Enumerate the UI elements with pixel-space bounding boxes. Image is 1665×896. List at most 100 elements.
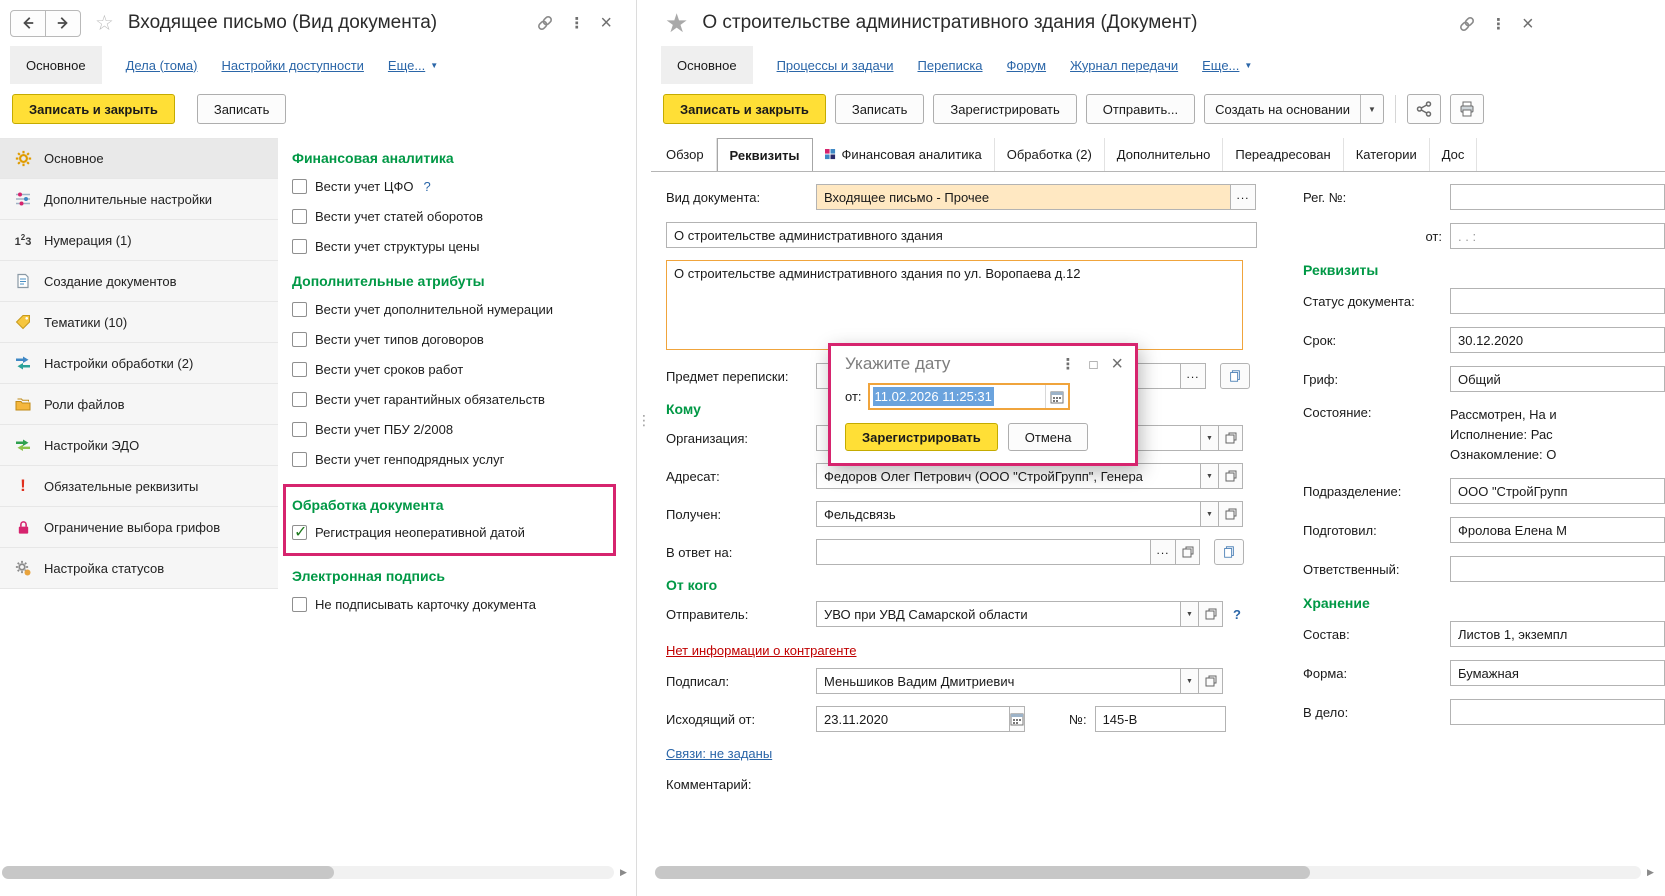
grif-field[interactable]: Общий bbox=[1450, 366, 1665, 392]
cancel-button[interactable]: Отмена bbox=[1008, 423, 1089, 451]
sidebar-item-nastroyka-statusov[interactable]: Настройка статусов bbox=[0, 548, 278, 589]
send-button[interactable]: Отправить... bbox=[1086, 94, 1195, 124]
tab-pereadresovan[interactable]: Переадресован bbox=[1223, 138, 1343, 171]
menu-tab-dostupnost[interactable]: Настройки доступности bbox=[221, 58, 363, 73]
favorite-star-icon[interactable]: ★ bbox=[665, 10, 688, 36]
sidebar-item-roli-faylov[interactable]: Роли файлов bbox=[0, 384, 278, 425]
h-scrollbar-right[interactable]: ▶ bbox=[655, 866, 1657, 879]
sender-field[interactable]: УВО при УВД Самарской области bbox=[816, 601, 1181, 627]
register-button[interactable]: Зарегистрировать bbox=[845, 423, 998, 451]
calendar-icon[interactable] bbox=[1045, 385, 1068, 408]
reply-copy-button[interactable] bbox=[1214, 539, 1244, 565]
signed-dropdown-button[interactable] bbox=[1180, 668, 1199, 694]
menu-tab-dela-toma[interactable]: Дела (тома) bbox=[126, 58, 198, 73]
create-based-on-button[interactable]: Создать на основании▼ bbox=[1204, 94, 1384, 124]
sender-help-link[interactable]: ? bbox=[1233, 607, 1241, 622]
register-button[interactable]: Зарегистрировать bbox=[933, 94, 1076, 124]
checkbox-row-struktury-ceny[interactable]: Вести учет структуры цены bbox=[292, 231, 626, 261]
checkbox[interactable] bbox=[292, 452, 307, 467]
scrollbar-thumb[interactable] bbox=[2, 866, 334, 879]
doc-type-select-button[interactable]: ... bbox=[1230, 184, 1256, 210]
help-link[interactable]: ? bbox=[423, 179, 430, 194]
date-input[interactable]: 11.02.2026 11:25:31 bbox=[868, 383, 1070, 410]
checkbox[interactable] bbox=[292, 422, 307, 437]
sender-dropdown-button[interactable] bbox=[1180, 601, 1199, 627]
menu-tab-osnovnoe[interactable]: Основное bbox=[10, 46, 102, 84]
share-button[interactable] bbox=[1407, 94, 1441, 124]
checkbox-row-statei-oborotov[interactable]: Вести учет статей оборотов bbox=[292, 201, 626, 231]
received-field[interactable]: Фельдсвязь bbox=[816, 501, 1201, 527]
tab-dopolnitelno[interactable]: Дополнительно bbox=[1105, 138, 1224, 171]
save-and-close-button[interactable]: Записать и закрыть bbox=[663, 94, 826, 124]
reply-open-button[interactable] bbox=[1175, 539, 1200, 565]
status-field[interactable] bbox=[1450, 288, 1665, 314]
tab-rekvizity[interactable]: Реквизиты bbox=[717, 138, 813, 172]
sidebar-item-sozdanie-dokumentov[interactable]: Создание документов bbox=[0, 261, 278, 302]
close-icon[interactable]: × bbox=[1522, 14, 1534, 34]
doc-title-input[interactable]: О строительстве административного здания bbox=[666, 222, 1257, 248]
organization-dropdown-button[interactable] bbox=[1200, 425, 1219, 451]
sender-open-button[interactable] bbox=[1198, 601, 1223, 627]
save-button[interactable]: Записать bbox=[197, 94, 287, 124]
tab-kategorii[interactable]: Категории bbox=[1344, 138, 1430, 171]
scrollbar-track[interactable] bbox=[2, 866, 614, 879]
signed-field[interactable]: Меньшиков Вадим Дмитриевич bbox=[816, 668, 1181, 694]
forward-button[interactable] bbox=[45, 10, 81, 37]
dialog-close-icon[interactable]: × bbox=[1111, 354, 1123, 374]
links-link[interactable]: Связи: не заданы bbox=[666, 746, 772, 761]
outgoing-date-field[interactable]: 23.11.2020 bbox=[816, 706, 1010, 732]
reg-number-field[interactable] bbox=[1450, 184, 1665, 210]
tab-fin-analitika[interactable]: Финансовая аналитика bbox=[813, 138, 995, 171]
scroll-right-icon[interactable]: ▶ bbox=[617, 866, 630, 879]
scrollbar-track[interactable] bbox=[655, 866, 1641, 879]
menu-tab-forum[interactable]: Форум bbox=[1007, 58, 1047, 73]
sidebar-item-nastroyki-edo[interactable]: Настройки ЭДО bbox=[0, 425, 278, 466]
checkbox-row-dop-numeracii[interactable]: Вести учет дополнительной нумерации bbox=[292, 294, 626, 324]
save-button[interactable]: Записать bbox=[835, 94, 925, 124]
sidebar-item-nastroyki-obrabotki[interactable]: Настройки обработки (2) bbox=[0, 343, 278, 384]
checkbox[interactable] bbox=[292, 239, 307, 254]
doc-number-field[interactable]: 145-В bbox=[1095, 706, 1226, 732]
subject-copy-button[interactable] bbox=[1220, 363, 1250, 389]
sidebar-item-ogranichenie-grifov[interactable]: Ограничение выбора грифов bbox=[0, 507, 278, 548]
received-open-button[interactable] bbox=[1218, 501, 1243, 527]
checkbox-row-tipov-dogovorov[interactable]: Вести учет типов договоров bbox=[292, 324, 626, 354]
dialog-maximize-icon[interactable]: □ bbox=[1089, 358, 1097, 371]
doc-summary-textarea[interactable]: О строительстве административного здания… bbox=[666, 260, 1243, 350]
checkbox-row-pbu[interactable]: Вести учет ПБУ 2/2008 bbox=[292, 414, 626, 444]
menu-tab-perepiska[interactable]: Переписка bbox=[918, 58, 983, 73]
form-field[interactable]: Бумажная bbox=[1450, 660, 1665, 686]
sidebar-item-numeraciya[interactable]: 123Нумерация (1) bbox=[0, 220, 278, 261]
checkbox[interactable] bbox=[292, 597, 307, 612]
reply-to-field[interactable] bbox=[816, 539, 1151, 565]
link-icon[interactable] bbox=[1459, 16, 1475, 32]
addressee-field[interactable]: Федоров Олег Петрович (ООО "СтройГрупп",… bbox=[816, 463, 1201, 489]
reg-date-field[interactable]: . . : bbox=[1450, 223, 1665, 249]
checkbox-row-garantiynyh[interactable]: Вести учет гарантийных обязательств bbox=[292, 384, 626, 414]
menu-tab-processy[interactable]: Процессы и задачи bbox=[777, 58, 894, 73]
calendar-icon[interactable] bbox=[1009, 706, 1025, 732]
checkbox-row-srokov-rabot[interactable]: Вести учет сроков работ bbox=[292, 354, 626, 384]
sidebar-item-obyazatelnye-rekvizity[interactable]: !Обязательные реквизиты bbox=[0, 466, 278, 507]
menu-tab-osnovnoe[interactable]: Основное bbox=[661, 46, 753, 84]
checkbox-row-genpodryadnyh[interactable]: Вести учет генподрядных услуг bbox=[292, 444, 626, 474]
received-dropdown-button[interactable] bbox=[1200, 501, 1219, 527]
chevron-down-icon[interactable]: ▼ bbox=[1360, 95, 1383, 123]
link-icon[interactable] bbox=[537, 15, 553, 31]
responsible-field[interactable] bbox=[1450, 556, 1665, 582]
more-actions-icon[interactable]: ⋮ bbox=[1491, 17, 1506, 32]
checkbox[interactable] bbox=[292, 209, 307, 224]
scrollbar-thumb[interactable] bbox=[655, 866, 1310, 879]
no-contractor-info-link[interactable]: Нет информации о контрагенте bbox=[666, 643, 857, 658]
checkbox[interactable] bbox=[292, 302, 307, 317]
checkbox[interactable] bbox=[292, 179, 307, 194]
addressee-open-button[interactable] bbox=[1218, 463, 1243, 489]
more-actions-icon[interactable]: ⋮ bbox=[569, 16, 584, 31]
case-field[interactable] bbox=[1450, 699, 1665, 725]
sidebar-item-dop-nastroyki[interactable]: Дополнительные настройки bbox=[0, 179, 278, 220]
composition-field[interactable]: Листов 1, экземпл bbox=[1450, 621, 1665, 647]
print-button[interactable] bbox=[1450, 94, 1484, 124]
window-splitter[interactable]: ⋮ bbox=[637, 0, 651, 896]
menu-tab-more[interactable]: Еще...▼ bbox=[1202, 58, 1252, 73]
due-date-field[interactable]: 30.12.2020 bbox=[1450, 327, 1665, 353]
